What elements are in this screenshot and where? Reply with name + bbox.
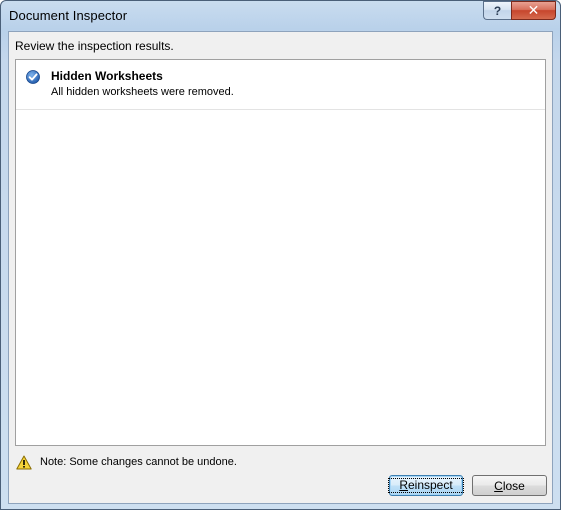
warning-icon [16,455,32,470]
note-text: Note: Some changes cannot be undone. [40,456,237,468]
close-button-label: Close [494,478,525,493]
reinspect-button[interactable]: Reinspect [388,475,464,496]
help-button[interactable]: ? [483,1,511,20]
close-window-button[interactable]: ✕ [511,1,556,20]
check-circle-icon [26,70,40,84]
caption-buttons: ? ✕ [483,1,556,20]
results-list[interactable]: Hidden Worksheets All hidden worksheets … [15,59,546,446]
dialog-body: Review the inspection results. Hidden Wo… [8,31,553,504]
help-icon: ? [493,3,502,18]
window-title: Document Inspector [9,8,128,23]
result-description: All hidden worksheets were removed. [51,86,234,98]
list-item: Hidden Worksheets All hidden worksheets … [16,60,545,110]
instruction-text: Review the inspection results. [15,39,174,53]
close-button[interactable]: Close [472,475,547,496]
result-title: Hidden Worksheets [51,69,163,83]
document-inspector-dialog: Document Inspector ? ✕ Review the inspec… [0,0,561,510]
close-icon: ✕ [527,2,540,18]
reinspect-button-label: Reinspect [388,478,464,493]
title-bar[interactable]: Document Inspector ? ✕ [1,1,560,31]
